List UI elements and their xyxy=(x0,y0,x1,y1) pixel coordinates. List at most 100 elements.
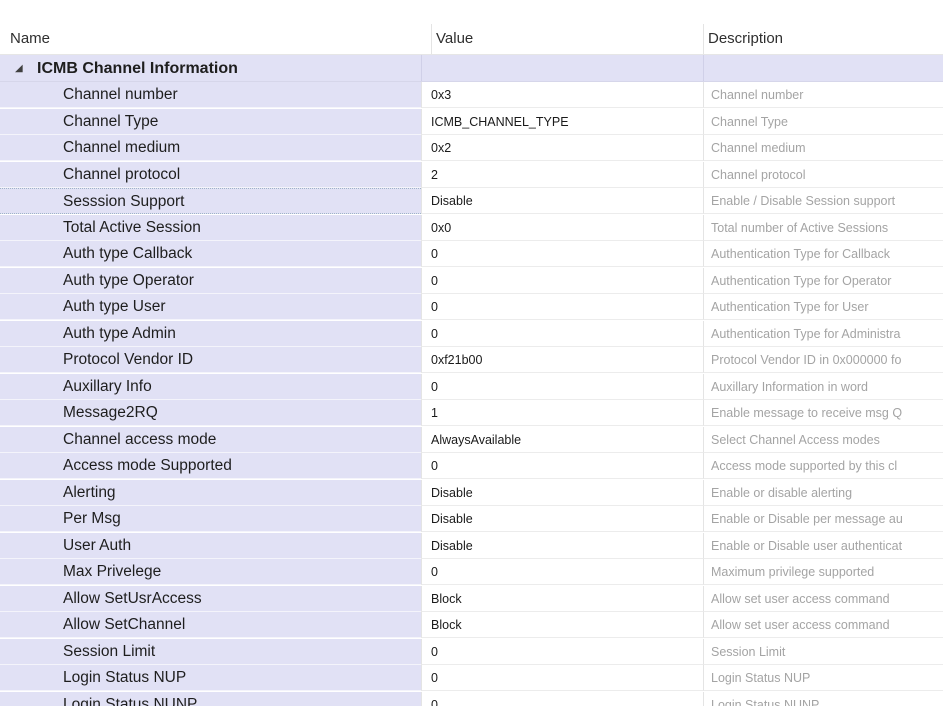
property-name-cell[interactable]: Total Active Session xyxy=(0,214,421,241)
property-name-cell[interactable]: Auth type Operator xyxy=(0,267,421,294)
property-value: 0 xyxy=(431,671,438,685)
property-value-cell[interactable]: Disable xyxy=(421,188,703,214)
column-header-value[interactable]: Value xyxy=(431,24,692,54)
property-row[interactable]: Alerting Disable Enable or disable alertin… xyxy=(0,479,943,507)
property-name-cell[interactable]: Channel medium xyxy=(0,135,421,161)
property-value-cell[interactable]: Disable xyxy=(421,479,703,506)
property-name-cell[interactable]: Login Status NUP xyxy=(0,665,421,691)
property-value-cell[interactable]: 0 xyxy=(421,691,703,706)
category-divider xyxy=(421,55,422,81)
property-name-cell[interactable]: Auth type User xyxy=(0,294,421,320)
property-value-cell[interactable]: 0 xyxy=(421,665,703,691)
property-value-cell[interactable]: 0 xyxy=(421,294,703,320)
property-name-cell[interactable]: Sesssion Support xyxy=(0,188,421,214)
property-name-cell[interactable]: Channel protocol xyxy=(0,161,421,188)
property-row[interactable]: Protocol Vendor ID 0xf21b00 Protocol Vendo… xyxy=(0,347,943,374)
property-row[interactable]: Total Active Session 0x0 Total number of A… xyxy=(0,214,943,242)
property-name-cell[interactable]: Channel Type xyxy=(0,108,421,135)
property-value-cell[interactable]: Block xyxy=(421,585,703,612)
property-value-cell[interactable]: 0x3 xyxy=(421,82,703,108)
property-description-cell: Enable or disable alerting xyxy=(703,479,943,506)
property-row[interactable]: Session Limit 0 Session Limit xyxy=(0,638,943,666)
property-name-cell[interactable]: Allow SetUsrAccess xyxy=(0,585,421,612)
property-name-cell[interactable]: Protocol Vendor ID xyxy=(0,347,421,373)
property-name-cell[interactable]: Per Msg xyxy=(0,506,421,532)
property-row[interactable]: Auth type Callback 0 Authentication Type f… xyxy=(0,241,943,268)
property-value-cell[interactable]: ICMB_CHANNEL_TYPE xyxy=(421,108,703,135)
property-value-cell[interactable]: 0 xyxy=(421,267,703,294)
property-row[interactable]: Allow SetUsrAccess Block Allow set user ac… xyxy=(0,585,943,613)
property-value: Disable xyxy=(431,512,473,526)
category-row[interactable]: ◢ ICMB Channel Information xyxy=(0,55,943,82)
property-value-cell[interactable]: 0 xyxy=(421,559,703,585)
column-header-description[interactable]: Description xyxy=(703,24,943,54)
property-name-cell[interactable]: Max Privelege xyxy=(0,559,421,585)
property-value-cell[interactable]: 1 xyxy=(421,400,703,426)
property-row[interactable]: Channel protocol 2 Channel protocol xyxy=(0,161,943,189)
property-name-cell[interactable]: Access mode Supported xyxy=(0,453,421,479)
property-value: Disable xyxy=(431,485,473,500)
property-name: Allow SetUsrAccess xyxy=(63,589,202,607)
property-description-cell: Channel medium xyxy=(703,135,943,161)
property-name: Channel Type xyxy=(63,112,159,130)
property-value-cell[interactable]: 0 xyxy=(421,320,703,347)
property-name-cell[interactable]: Auth type Callback xyxy=(0,241,421,267)
property-row[interactable]: Login Status NUNP 0 Login Status NUNP xyxy=(0,691,943,706)
property-value-cell[interactable]: 0 xyxy=(421,453,703,479)
property-description: Auxillary Information in word xyxy=(711,379,869,394)
property-value-cell[interactable]: 0x0 xyxy=(421,214,703,241)
property-name: Alerting xyxy=(63,483,116,501)
property-row[interactable]: Channel Type ICMB_CHANNEL_TYPE Channel Typ… xyxy=(0,108,943,136)
property-row[interactable]: Allow SetChannel Block Allow set user acce… xyxy=(0,612,943,639)
property-row[interactable]: Auth type User 0 Authentication Type for U… xyxy=(0,294,943,321)
category-divider xyxy=(703,55,704,81)
property-value-cell[interactable]: 0 xyxy=(421,638,703,665)
property-description: Access mode supported by this cl xyxy=(711,459,898,473)
property-rows: Channel number 0x3 Channel number Channel T… xyxy=(0,82,943,706)
property-row[interactable]: Access mode Supported 0 Access mode suppor… xyxy=(0,453,943,480)
property-row[interactable]: User Auth Disable Enable or Disable user a… xyxy=(0,532,943,560)
property-row[interactable]: Auth type Operator 0 Authentication Type f… xyxy=(0,267,943,295)
property-value: ICMB_CHANNEL_TYPE xyxy=(431,114,569,129)
property-value-cell[interactable]: AlwaysAvailable xyxy=(421,426,703,453)
property-description-cell: Allow set user access command xyxy=(703,585,943,612)
property-name-cell[interactable]: Auth type Admin xyxy=(0,320,421,347)
property-name-cell[interactable]: Login Status NUNP xyxy=(0,691,421,706)
property-row[interactable]: Per Msg Disable Enable or Disable per mess… xyxy=(0,506,943,533)
property-row[interactable]: Login Status NUP 0 Login Status NUP xyxy=(0,665,943,692)
property-name-cell[interactable]: Channel number xyxy=(0,82,421,108)
property-value-cell[interactable]: 0xf21b00 xyxy=(421,347,703,373)
property-name-cell[interactable]: Session Limit xyxy=(0,638,421,665)
property-name: Auth type Operator xyxy=(63,271,194,289)
collapse-triangle-icon[interactable]: ◢ xyxy=(15,55,23,81)
property-description-cell: Access mode supported by this cl xyxy=(703,453,943,479)
property-value-cell[interactable]: 2 xyxy=(421,161,703,188)
property-name: Auxillary Info xyxy=(63,377,152,395)
property-value-cell[interactable]: Disable xyxy=(421,532,703,559)
property-row[interactable]: Message2RQ 1 Enable message to receive msg… xyxy=(0,400,943,427)
property-name-cell[interactable]: Message2RQ xyxy=(0,400,421,426)
property-row[interactable]: Auth type Admin 0 Authentication Type for … xyxy=(0,320,943,348)
property-row[interactable]: Channel number 0x3 Channel number xyxy=(0,82,943,109)
property-description: Login Status NUP xyxy=(711,671,811,685)
property-name-cell[interactable]: User Auth xyxy=(0,532,421,559)
property-value-cell[interactable]: 0x2 xyxy=(421,135,703,161)
property-value-cell[interactable]: Block xyxy=(421,612,703,638)
property-row[interactable]: Max Privelege 0 Maximum privilege supporte… xyxy=(0,559,943,586)
column-header-name[interactable]: Name xyxy=(10,24,410,54)
property-name: Total Active Session xyxy=(63,218,201,236)
property-description: Channel protocol xyxy=(711,167,806,182)
property-name-cell[interactable]: Auxillary Info xyxy=(0,373,421,400)
property-row[interactable]: Auxillary Info 0 Auxillary Information in … xyxy=(0,373,943,401)
property-value-cell[interactable]: 0 xyxy=(421,241,703,267)
property-row[interactable]: Sesssion Support Disable Enable / Disable … xyxy=(0,188,943,215)
property-value-cell[interactable]: 0 xyxy=(421,373,703,400)
property-name-cell[interactable]: Channel access mode xyxy=(0,426,421,453)
property-name-cell[interactable]: Allow SetChannel xyxy=(0,612,421,638)
property-value: 0 xyxy=(431,300,438,314)
property-row[interactable]: Channel access mode AlwaysAvailable Select… xyxy=(0,426,943,454)
property-name-cell[interactable]: Alerting xyxy=(0,479,421,506)
property-value-cell[interactable]: Disable xyxy=(421,506,703,532)
property-description: Authentication Type for Administra xyxy=(711,326,901,341)
property-row[interactable]: Channel medium 0x2 Channel medium xyxy=(0,135,943,162)
